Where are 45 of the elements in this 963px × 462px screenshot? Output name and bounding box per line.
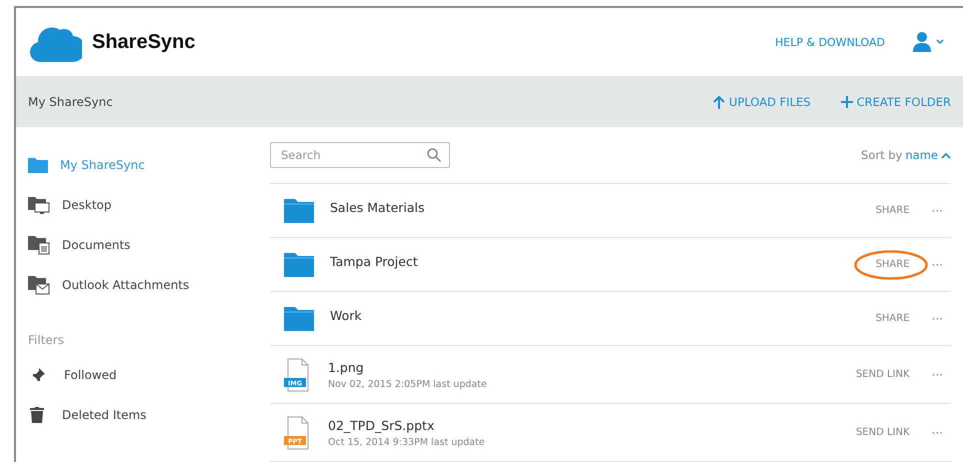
logo-text: ShareSync [92, 30, 196, 54]
search-field[interactable]: Search [270, 142, 450, 168]
trash-icon [30, 407, 44, 423]
more-button[interactable]: ··· [932, 204, 943, 218]
filter-item[interactable]: Deleted Items [62, 408, 146, 422]
folder-icon [284, 306, 314, 330]
create-folder-button[interactable]: CREATE FOLDER [840, 94, 951, 108]
send-link-button[interactable]: SEND LINK [856, 369, 910, 380]
search-icon [427, 148, 441, 162]
sidebar-item[interactable]: Outlook Attachments [62, 278, 190, 292]
folder-icon [284, 198, 314, 222]
plus-icon [840, 96, 853, 108]
sidebar-item[interactable]: Desktop [62, 198, 112, 212]
file-name[interactable]: 1.png [328, 360, 856, 374]
pushpin-icon [30, 367, 46, 383]
help-link[interactable]: HELP & DOWNLOAD [775, 36, 885, 48]
folder-name[interactable]: Sales Materials [330, 200, 876, 215]
breadcrumb-title: My ShareSync [28, 94, 113, 108]
folder-name[interactable]: Work [330, 308, 876, 323]
update-time: Oct 15, 2014 9:33PM last update [328, 436, 486, 448]
folder-icon [284, 252, 314, 276]
arrow-up-icon [713, 94, 726, 108]
more-button[interactable]: ··· [932, 368, 943, 382]
sort-label: Sort by [861, 148, 902, 162]
folder-icon [28, 157, 48, 173]
more-button[interactable]: ··· [932, 312, 943, 326]
upload-files-button[interactable]: UPLOAD FILES [713, 94, 811, 108]
chevron-up-icon [941, 152, 951, 158]
share-button[interactable]: SHARE [876, 259, 910, 270]
folder-envelope-icon [28, 275, 50, 295]
update-time: Nov 02, 2015 2:05PM last update [328, 378, 488, 390]
share-button[interactable]: SHARE [876, 313, 910, 324]
folder-name[interactable]: Tampa Project [330, 254, 876, 269]
share-button[interactable]: SHARE [876, 205, 910, 216]
sort-field-link[interactable]: name [905, 148, 938, 162]
folder-document-icon [28, 235, 50, 255]
sidebar-item[interactable]: Documents [62, 238, 130, 252]
more-button[interactable]: ··· [932, 258, 943, 272]
folder-monitor-icon [28, 196, 50, 214]
send-link-button[interactable]: SEND LINK [856, 427, 910, 438]
sidebar-item[interactable]: My ShareSync [60, 158, 145, 172]
filters-heading: Filters [28, 333, 65, 347]
file-name[interactable]: 02_TPD_SrS.pptx [328, 418, 856, 432]
more-button[interactable]: ··· [932, 426, 943, 440]
filter-item[interactable]: Followed [64, 368, 117, 382]
